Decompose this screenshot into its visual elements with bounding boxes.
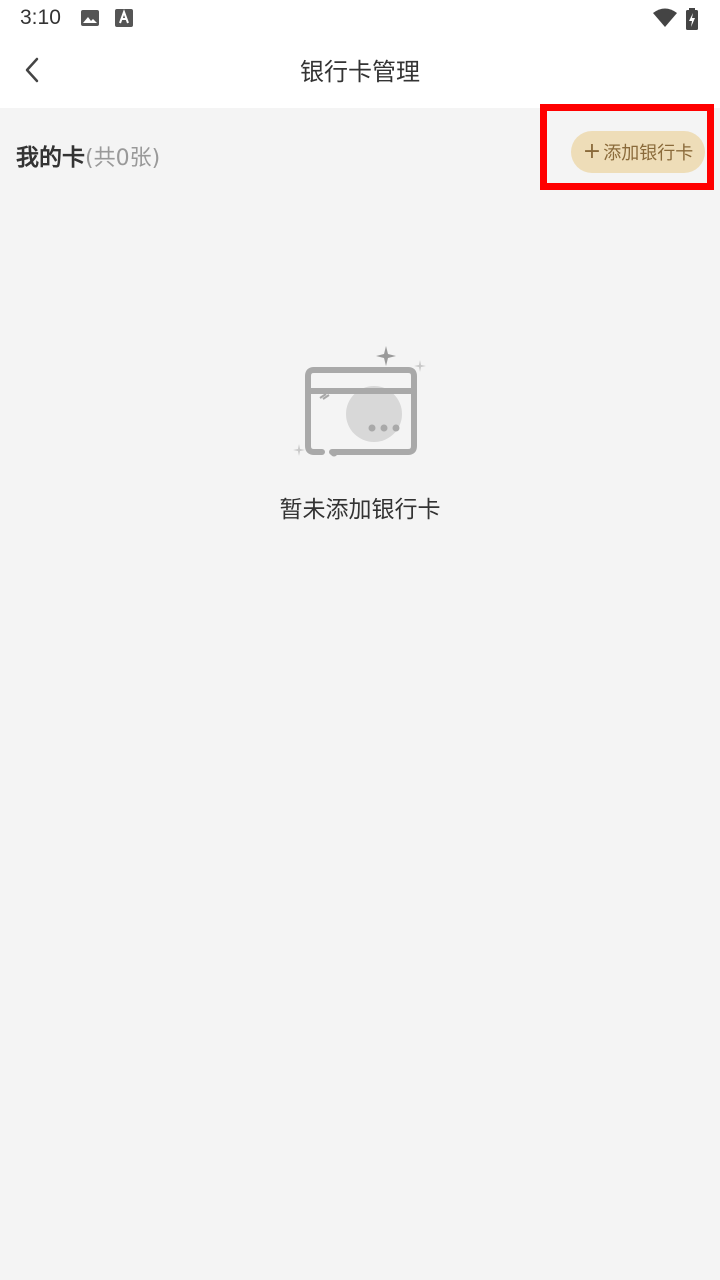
page-title: 银行卡管理 <box>300 58 420 86</box>
battery-charging-icon <box>684 8 700 30</box>
status-time: 3:10 <box>20 6 61 29</box>
status-bar: 3:10 <box>0 0 720 36</box>
image-icon <box>80 8 100 28</box>
highlight-box <box>540 104 714 190</box>
my-cards-label: 我的卡 <box>16 145 85 171</box>
back-button[interactable] <box>10 50 54 94</box>
nav-bar: 银行卡管理 <box>0 36 720 108</box>
chevron-left-icon <box>20 56 44 88</box>
font-icon <box>114 8 134 28</box>
empty-state-message: 暂未添加银行卡 <box>279 497 441 523</box>
my-cards-title: 我的卡(共0张) <box>16 138 160 172</box>
empty-card-icon <box>288 340 432 464</box>
wifi-icon <box>652 8 678 28</box>
card-count: (共0张) <box>85 146 161 171</box>
